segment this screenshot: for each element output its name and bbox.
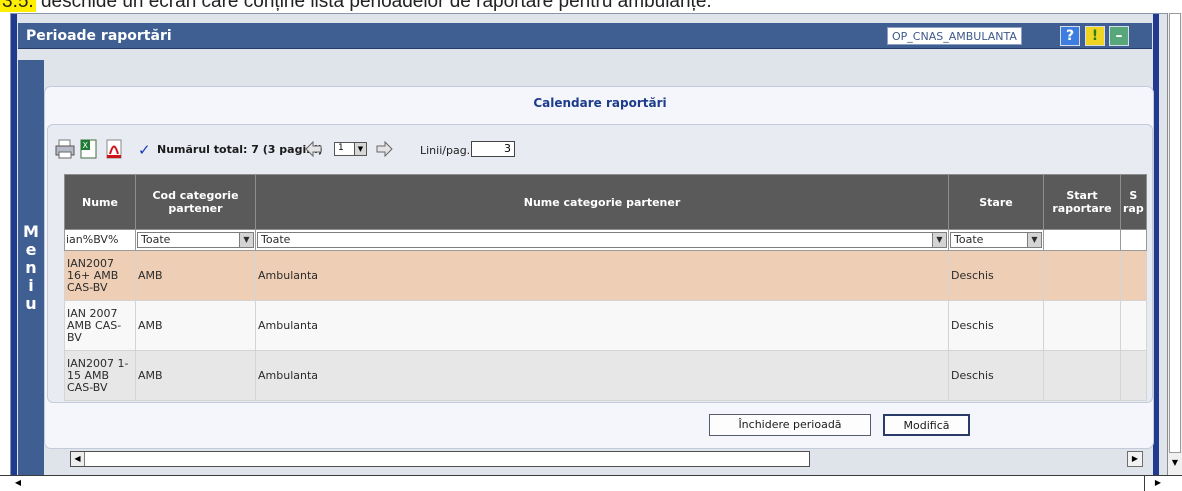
menu-sidebar[interactable]: M e n i u <box>18 60 44 476</box>
minimize-label: – <box>1115 28 1123 44</box>
menu-letter: n <box>25 258 37 277</box>
svg-text:X: X <box>83 141 89 150</box>
filter-row: ian%BV% Toate ▼ Toate ▼ Toate ▼ <box>64 229 1147 251</box>
page-select-value: 1 <box>338 143 344 153</box>
cell-stare: Deschis <box>948 300 1044 351</box>
cell-start <box>1043 300 1121 351</box>
table-row[interactable]: IAN2007 1-15 AMB CAS-BV AMB Ambulanta De… <box>64 350 1147 401</box>
modify-button[interactable]: Modifică <box>883 414 970 436</box>
prev-page-icon[interactable] <box>304 140 323 158</box>
filter-stare-select[interactable]: Toate ▼ <box>948 229 1044 251</box>
column-header-nume[interactable]: Nume <box>64 174 136 230</box>
info-label: ! <box>1091 28 1099 44</box>
rows-per-page-label: Linii/pag. <box>420 144 471 157</box>
print-icon[interactable] <box>54 138 76 160</box>
periods-table: Nume Cod categorie partener Nume categor… <box>64 174 1147 401</box>
cell-stare: Deschis <box>948 250 1044 301</box>
help-icon[interactable]: ? <box>1060 26 1080 46</box>
menu-letter: u <box>25 294 37 313</box>
cell-nume-categorie: Ambulanta <box>255 350 949 401</box>
cell-cod: AMB <box>135 350 256 401</box>
app-window: Perioade raportări OP_CNAS_AMBULANTA ? !… <box>10 13 1182 490</box>
cell-sfarsit <box>1120 250 1147 301</box>
filter-sfarsit-input[interactable] <box>1120 229 1147 251</box>
chevron-down-icon: ▼ <box>239 233 253 247</box>
scroll-thumb[interactable] <box>1169 13 1181 453</box>
page-select[interactable]: 1 ▼ <box>334 142 367 156</box>
filter-nume-categorie-select[interactable]: Toate ▼ <box>255 229 949 251</box>
filter-cod-select[interactable]: Toate ▼ <box>135 229 256 251</box>
cell-start <box>1043 250 1121 301</box>
column-header-cod[interactable]: Cod categorie partener <box>135 174 256 230</box>
page-scroll-left-icon[interactable]: ◀ <box>12 477 24 489</box>
cell-sfarsit <box>1120 300 1147 351</box>
filter-start-input[interactable] <box>1043 229 1121 251</box>
scroll-down-icon[interactable]: ▼ <box>1169 457 1181 469</box>
page-scroll-right-icon[interactable]: ▶ <box>1152 477 1164 489</box>
vertical-scrollbar[interactable]: ▼ <box>1167 13 1182 475</box>
cell-cod: AMB <box>135 250 256 301</box>
info-icon[interactable]: ! <box>1085 26 1105 46</box>
user-badge: OP_CNAS_AMBULANTA <box>887 27 1022 45</box>
cell-nume: IAN2007 1-15 AMB CAS-BV <box>64 350 136 401</box>
menu-letter: e <box>25 240 37 259</box>
scroll-right-icon[interactable]: ▶ <box>1127 451 1143 467</box>
filter-stare-value: Toate <box>954 233 984 246</box>
filter-nume-categorie-value: Toate <box>261 233 291 246</box>
panel-title: Calendare raportări <box>533 96 667 110</box>
title-bar: Perioade raportări OP_CNAS_AMBULANTA ? !… <box>18 23 1152 49</box>
cell-cod: AMB <box>135 300 256 351</box>
menu-letter: M <box>23 222 39 241</box>
chevron-down-icon: ▼ <box>354 143 366 155</box>
column-header-nume-categorie[interactable]: Nume categorie partener <box>255 174 949 230</box>
cell-nume-categorie: Ambulanta <box>255 250 949 301</box>
caption-text: deschide un ecran care conține lista per… <box>35 0 712 12</box>
window-title: Perioade raportări <box>26 28 172 44</box>
minimize-icon[interactable]: – <box>1109 26 1129 46</box>
chevron-down-icon: ▼ <box>1027 233 1041 247</box>
column-header-stare[interactable]: Stare <box>948 174 1044 230</box>
rows-per-page-input[interactable]: 3 <box>471 141 515 157</box>
total-count: Numărul total: 7 (3 pagini) <box>157 143 323 156</box>
chevron-down-icon: ▼ <box>932 233 946 247</box>
horizontal-scrollbar[interactable]: ◀ <box>70 451 810 467</box>
caption-number: 3.5. <box>0 0 36 12</box>
window-border-left <box>11 14 17 476</box>
filter-nume-value: ian%BV% <box>66 233 119 246</box>
grid-toolbar: X ✓ Numărul total: 7 (3 pagini) 1 ▼ Lini… <box>54 138 754 162</box>
column-header-start[interactable]: Start raportare <box>1043 174 1121 230</box>
table-row[interactable]: IAN2007 16+ AMB CAS-BV AMB Ambulanta Des… <box>64 250 1147 301</box>
filter-cod-value: Toate <box>141 233 171 246</box>
cell-nume: IAN 2007 AMB CAS-BV <box>64 300 136 351</box>
filter-nume-input[interactable]: ian%BV% <box>64 229 136 251</box>
column-header-sfarsit[interactable]: S rap <box>1120 174 1147 230</box>
table-row[interactable]: IAN 2007 AMB CAS-BV AMB Ambulanta Deschi… <box>64 300 1147 351</box>
cell-start <box>1043 350 1121 401</box>
cell-sfarsit <box>1120 350 1147 401</box>
document-caption: 3.5. deschide un ecran care conține list… <box>0 0 1182 13</box>
cell-nume-categorie: Ambulanta <box>255 300 949 351</box>
cell-stare: Deschis <box>948 350 1044 401</box>
scroll-left-icon[interactable]: ◀ <box>71 452 85 466</box>
excel-icon[interactable]: X <box>78 138 100 160</box>
check-icon: ✓ <box>138 141 151 159</box>
next-page-icon[interactable] <box>375 140 394 158</box>
close-period-button[interactable]: Închidere perioadă <box>709 414 871 436</box>
help-label: ? <box>1065 28 1075 44</box>
cell-nume: IAN2007 16+ AMB CAS-BV <box>64 250 136 301</box>
pdf-icon[interactable] <box>103 138 125 160</box>
divider <box>1144 476 1145 491</box>
page-horizontal-scrollbar[interactable]: ◀ ▶ <box>0 475 1182 491</box>
menu-letter: i <box>28 276 34 295</box>
